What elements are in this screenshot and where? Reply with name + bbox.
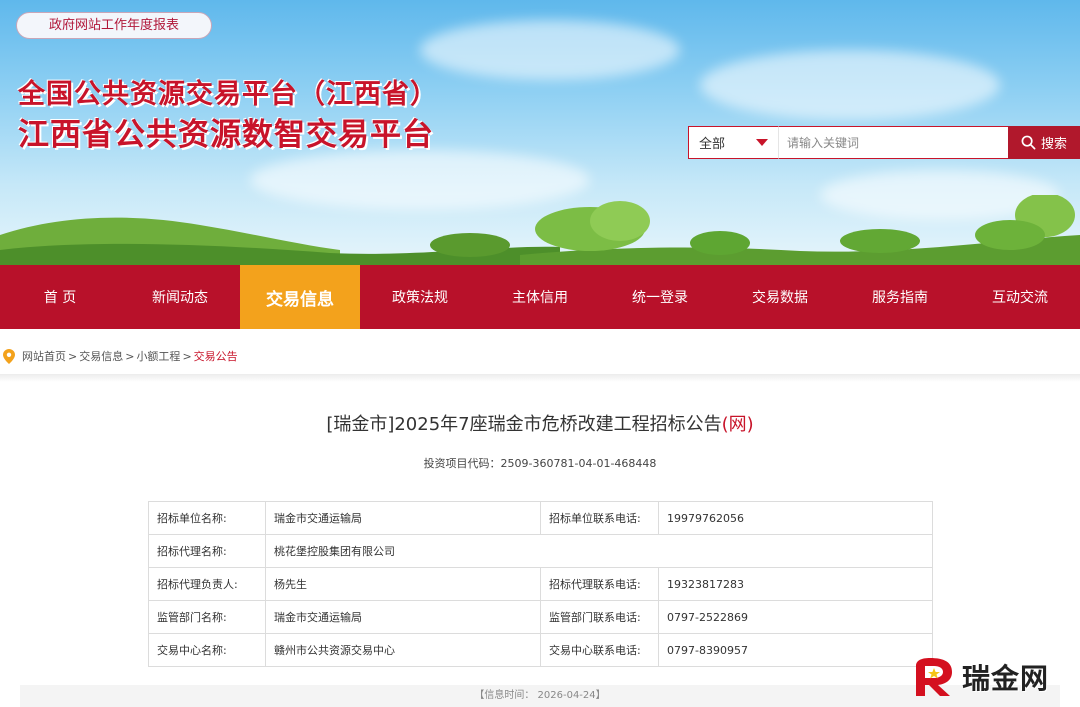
watermark-logo: 瑞金网 xyxy=(910,654,1049,700)
nav-item-policy[interactable]: 政策法规 xyxy=(360,265,480,329)
cloud-decoration xyxy=(700,50,1000,120)
hills-illustration xyxy=(0,195,1080,265)
project-code: 投资项目代码：2509-360781-04-01-468448 xyxy=(423,457,657,470)
nav-item-home[interactable]: 首 页 xyxy=(0,265,120,329)
table-cell-label: 招标单位联系电话: xyxy=(540,501,659,535)
table-cell-value: 赣州市公共资源交易中心 xyxy=(265,633,541,667)
breadcrumb-small-projects[interactable]: 小额工程 xyxy=(136,348,180,364)
header-banner: 政府网站工作年度报表 全国公共资源交易平台（江西省） 江西省公共资源数智交易平台… xyxy=(0,0,1080,265)
article-title: [瑞金市]2025年7座瑞金市危桥改建工程招标公告(网) xyxy=(0,410,1080,436)
table-row: 招标单位名称: 瑞金市交通运输局 招标单位联系电话: 19979762056 xyxy=(148,501,933,535)
table-cell-label: 招标代理联系电话: xyxy=(540,567,659,601)
breadcrumb-separator: > xyxy=(182,349,192,363)
table-cell-value: 瑞金市交通运输局 xyxy=(265,600,541,634)
search-icon xyxy=(1021,135,1036,150)
table-cell-value: 0797-8390957 xyxy=(658,633,933,667)
watermark-text: 瑞金网 xyxy=(962,662,1050,695)
table-row: 招标代理名称: 桃花堡控股集团有限公司 xyxy=(148,534,933,568)
nav-item-service-guide[interactable]: 服务指南 xyxy=(840,265,960,329)
search-button[interactable]: 搜索 xyxy=(1008,126,1080,159)
table-row: 交易中心名称: 赣州市公共资源交易中心 交易中心联系电话: 0797-83909… xyxy=(148,633,933,667)
table-cell-label: 交易中心名称: xyxy=(148,633,266,667)
nav-item-trade-data[interactable]: 交易数据 xyxy=(720,265,840,329)
table-cell-value: 瑞金市交通运输局 xyxy=(265,501,541,535)
breadcrumb-home[interactable]: 网站首页 xyxy=(22,348,66,364)
caret-down-icon xyxy=(756,139,768,146)
breadcrumb-separator: > xyxy=(125,349,135,363)
annual-report-link[interactable]: 政府网站工作年度报表 xyxy=(16,12,212,39)
ruijin-logo-icon xyxy=(916,658,952,696)
search-button-label: 搜索 xyxy=(1040,137,1067,152)
breadcrumb-separator: > xyxy=(68,349,78,363)
search-category-select[interactable]: 全部 xyxy=(688,126,778,159)
table-cell-value: 0797-2522869 xyxy=(658,600,933,634)
breadcrumb: 网站首页 > 交易信息 > 小额工程 > 交易公告 xyxy=(0,341,238,371)
table-row: 监管部门名称: 瑞金市交通运输局 监管部门联系电话: 0797-2522869 xyxy=(148,600,933,634)
table-cell-label: 监管部门联系电话: xyxy=(540,600,659,634)
search-category-value: 全部 xyxy=(699,137,726,152)
main-nav: 首 页 新闻动态 交易信息 政策法规 主体信用 统一登录 交易数据 服务指南 互… xyxy=(0,265,1080,329)
table-cell-label: 招标单位名称: xyxy=(148,501,266,535)
page: 政府网站工作年度报表 全国公共资源交易平台（江西省） 江西省公共资源数智交易平台… xyxy=(0,0,1080,707)
table-cell-label: 交易中心联系电话: xyxy=(540,633,659,667)
nav-item-news[interactable]: 新闻动态 xyxy=(120,265,240,329)
article-title-suffix: (网) xyxy=(721,414,754,435)
search-bar: 全部 搜索 xyxy=(688,126,1080,159)
tender-info-table: 招标单位名称: 瑞金市交通运输局 招标单位联系电话: 19979762056 招… xyxy=(148,501,933,667)
cloud-decoration xyxy=(420,20,680,80)
table-cell-value: 桃花堡控股集团有限公司 xyxy=(265,534,933,568)
article-title-text: [瑞金市]2025年7座瑞金市危桥改建工程招标公告 xyxy=(326,414,722,435)
nav-item-login[interactable]: 统一登录 xyxy=(600,265,720,329)
divider xyxy=(0,374,1080,382)
site-title-provincial: 江西省公共资源数智交易平台 xyxy=(18,117,434,153)
nav-item-trade-info[interactable]: 交易信息 xyxy=(240,265,360,329)
table-cell-label: 招标代理负责人: xyxy=(148,567,266,601)
site-title-national: 全国公共资源交易平台（江西省） xyxy=(18,79,438,110)
breadcrumb-trade-info[interactable]: 交易信息 xyxy=(79,348,123,364)
table-cell-label: 招标代理名称: xyxy=(148,534,266,568)
info-time: 【信息时间： 2026-04-24】 xyxy=(20,685,1060,707)
table-cell-label: 监管部门名称: xyxy=(148,600,266,634)
table-cell-value: 19323817283 xyxy=(658,567,933,601)
table-row: 招标代理负责人: 杨先生 招标代理联系电话: 19323817283 xyxy=(148,567,933,601)
search-input[interactable] xyxy=(778,126,1008,159)
table-cell-value: 杨先生 xyxy=(265,567,541,601)
location-pin-icon xyxy=(3,348,15,364)
breadcrumb-current[interactable]: 交易公告 xyxy=(194,348,238,364)
nav-item-credit[interactable]: 主体信用 xyxy=(480,265,600,329)
table-cell-value: 19979762056 xyxy=(658,501,933,535)
nav-item-interaction[interactable]: 互动交流 xyxy=(960,265,1080,329)
